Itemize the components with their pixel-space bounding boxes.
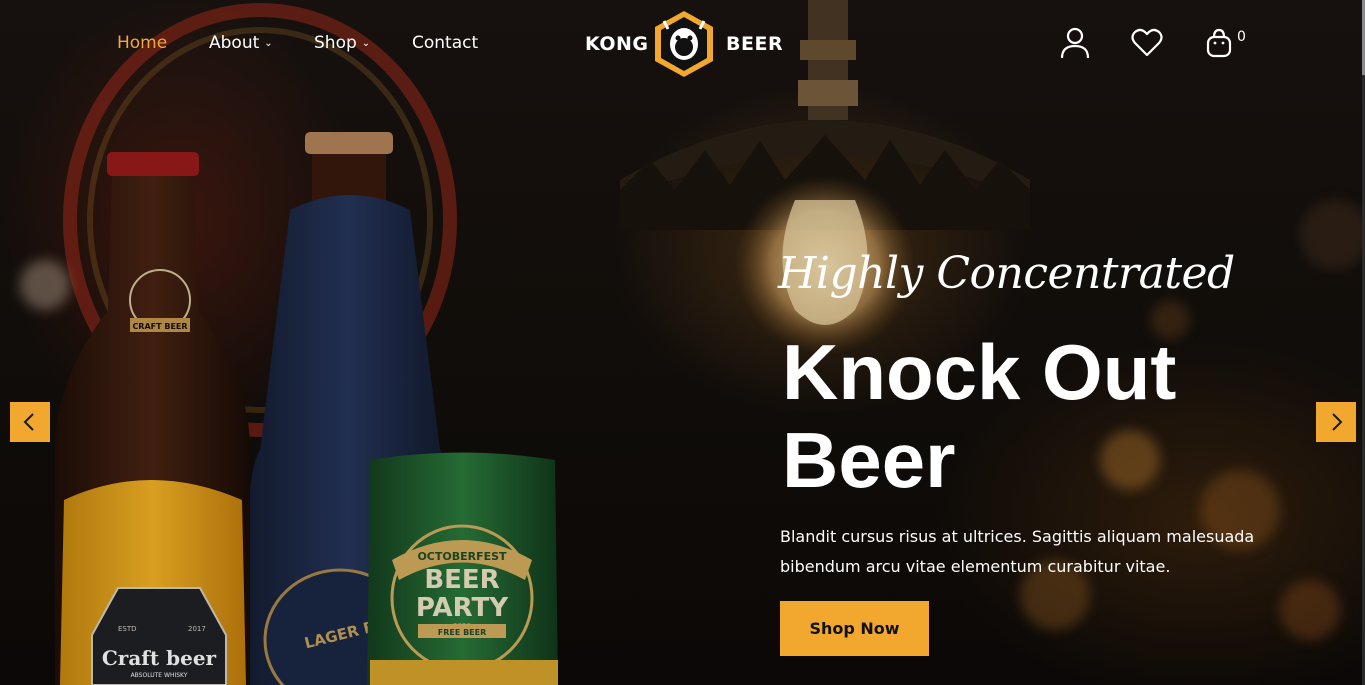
- nav-about-label: About: [209, 33, 260, 53]
- shop-now-button[interactable]: Shop Now: [780, 601, 929, 656]
- main-navigation: Home About ⌄ Shop ⌄ Contact KONG BEER 0: [0, 0, 1365, 88]
- heart-icon[interactable]: [1130, 26, 1164, 60]
- site-logo[interactable]: KONG BEER: [583, 9, 783, 79]
- nav-home[interactable]: Home: [117, 33, 167, 53]
- chevron-down-icon: ⌄: [361, 38, 371, 49]
- nav-about[interactable]: About ⌄: [209, 33, 273, 53]
- slider-next-button[interactable]: [1316, 402, 1356, 442]
- nav-contact[interactable]: Contact: [412, 33, 478, 53]
- hero-description: Blandit cursus risus at ultrices. Sagitt…: [780, 527, 1255, 576]
- chevron-right-icon: [1332, 413, 1343, 431]
- hero-headline-line1: Knock Out: [782, 328, 1177, 416]
- logo-right-word: BEER: [726, 33, 784, 55]
- chevron-down-icon: ⌄: [264, 38, 273, 49]
- cart-count-badge: 0: [1237, 29, 1246, 45]
- hero-headline: Knock Out Beer: [782, 328, 1342, 504]
- nav-contact-label: Contact: [412, 33, 479, 53]
- user-icon[interactable]: [1058, 26, 1092, 60]
- nav-home-label: Home: [117, 33, 168, 53]
- hero-headline-line2: Beer: [782, 416, 956, 504]
- chevron-left-icon: [23, 413, 34, 431]
- bag-icon[interactable]: [1202, 26, 1236, 60]
- hero-subtitle: Highly Concentrated: [778, 248, 1235, 299]
- gorilla-icon: [655, 11, 713, 77]
- slider-prev-button[interactable]: [10, 402, 50, 442]
- nav-shop[interactable]: Shop ⌄: [314, 33, 370, 53]
- nav-shop-label: Shop: [314, 33, 357, 53]
- logo-left-word: KONG: [585, 33, 649, 55]
